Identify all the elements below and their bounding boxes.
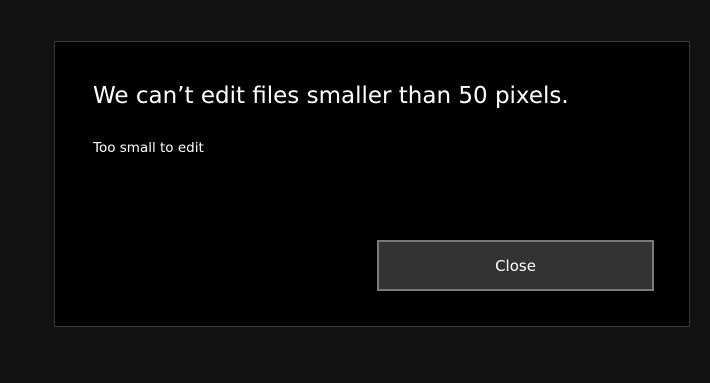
error-dialog: We can’t edit files smaller than 50 pixe… — [54, 41, 690, 327]
dialog-message: Too small to edit — [93, 140, 204, 156]
dialog-title: We can’t edit files smaller than 50 pixe… — [93, 83, 569, 109]
close-button[interactable]: Close — [377, 240, 654, 291]
